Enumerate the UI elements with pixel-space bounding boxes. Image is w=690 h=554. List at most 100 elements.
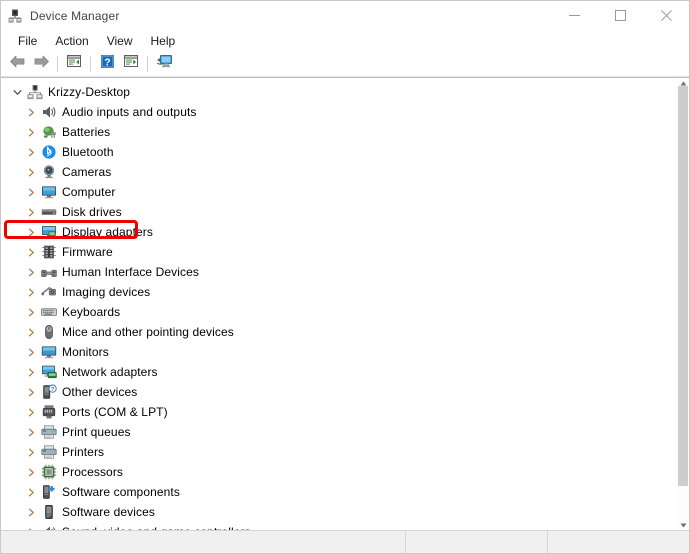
chevron-right-icon[interactable] — [23, 404, 39, 420]
minimize-button[interactable] — [551, 1, 597, 30]
tree-item-bluetooth[interactable]: Bluetooth — [1, 142, 676, 162]
tree-item-printers[interactable]: Printers — [1, 442, 676, 462]
tree-item-ports-com-lpt[interactable]: Ports (COM & LPT) — [1, 402, 676, 422]
tree-item-label: Firmware — [62, 245, 113, 259]
tree-item-software-devices[interactable]: Software devices — [1, 502, 676, 522]
chevron-right-icon[interactable] — [23, 204, 39, 220]
chevron-right-icon[interactable] — [23, 324, 39, 340]
back-button[interactable] — [5, 53, 29, 75]
other-device-icon: ? — [41, 384, 57, 400]
tree-item-sound-video-and-game-controllers[interactable]: Sound, video and game controllers — [1, 522, 676, 530]
tree-item-processors[interactable]: Processors — [1, 462, 676, 482]
chevron-right-icon[interactable] — [23, 344, 39, 360]
menu-view[interactable]: View — [98, 32, 142, 51]
close-button[interactable] — [643, 1, 689, 30]
printer-icon — [41, 424, 57, 440]
printer-icon — [41, 444, 57, 460]
chevron-right-icon[interactable] — [23, 464, 39, 480]
monitor-screen-icon — [41, 344, 57, 360]
scan-hardware-button[interactable] — [152, 53, 176, 75]
tree-item-software-components[interactable]: Software components — [1, 482, 676, 502]
tree-item-mice-and-other-pointing-devices[interactable]: Mice and other pointing devices — [1, 322, 676, 342]
toolbar-separator-1 — [57, 56, 58, 72]
tree-item-keyboards[interactable]: Keyboards — [1, 302, 676, 322]
mouse-icon — [41, 324, 57, 340]
tree-item-network-adapters[interactable]: Network adapters — [1, 362, 676, 382]
chevron-right-icon[interactable] — [23, 144, 39, 160]
chevron-right-icon[interactable] — [23, 504, 39, 520]
tree-item-monitors[interactable]: Monitors — [1, 342, 676, 362]
chevron-right-icon[interactable] — [23, 104, 39, 120]
tree-item-other-devices[interactable]: ? Other devices — [1, 382, 676, 402]
tree-root-label: Krizzy-Desktop — [48, 85, 131, 99]
menu-action[interactable]: Action — [46, 32, 97, 51]
help-button[interactable]: ? — [95, 53, 119, 75]
update-driver-button[interactable] — [119, 53, 143, 75]
chevron-right-icon[interactable] — [23, 284, 39, 300]
chevron-right-icon[interactable] — [23, 384, 39, 400]
maximize-button[interactable] — [597, 1, 643, 30]
tree-item-label: Mice and other pointing devices — [62, 325, 234, 339]
tree-item-human-interface-devices[interactable]: Human Interface Devices — [1, 262, 676, 282]
display-adapter-icon — [41, 224, 57, 240]
tree-item-label: Other devices — [62, 385, 138, 399]
tree-item-label: Disk drives — [62, 205, 122, 219]
network-adapter-icon — [41, 364, 57, 380]
chevron-right-icon[interactable] — [23, 224, 39, 240]
forward-arrow-icon — [33, 54, 50, 74]
tree-item-batteries[interactable]: Batteries — [1, 122, 676, 142]
chevron-down-icon[interactable] — [9, 84, 25, 100]
tree-item-imaging-devices[interactable]: Imaging devices — [1, 282, 676, 302]
tree-root-node[interactable]: Krizzy-Desktop — [1, 82, 676, 102]
tree-item-computer[interactable]: Computer — [1, 182, 676, 202]
chevron-right-icon[interactable] — [23, 244, 39, 260]
toolbar: ? — [1, 52, 689, 77]
chevron-right-icon[interactable] — [23, 444, 39, 460]
back-arrow-icon — [9, 54, 26, 74]
software-component-icon — [41, 484, 57, 500]
imaging-device-icon — [41, 284, 57, 300]
chevron-right-icon[interactable] — [23, 364, 39, 380]
tree-item-print-queues[interactable]: Print queues — [1, 422, 676, 442]
tree-item-label: Ports (COM & LPT) — [62, 405, 168, 419]
help-question-icon: ? — [100, 54, 115, 74]
camera-icon — [41, 164, 57, 180]
device-tree[interactable]: Krizzy-Desktop Audio inputs and outputs Ba… — [1, 78, 676, 530]
chevron-right-icon[interactable] — [23, 484, 39, 500]
toolbar-separator-3 — [147, 56, 148, 72]
tree-item-display-adapters[interactable]: Display adapters — [1, 220, 676, 242]
tree-item-disk-drives[interactable]: Disk drives — [1, 202, 676, 222]
scroll-down-arrow[interactable] — [677, 520, 689, 530]
tree-item-label: Keyboards — [62, 305, 121, 319]
properties-icon — [66, 54, 82, 74]
properties-button[interactable] — [62, 53, 86, 75]
vertical-scrollbar[interactable] — [676, 78, 689, 530]
tree-item-label: Imaging devices — [62, 285, 151, 299]
chevron-right-icon[interactable] — [23, 184, 39, 200]
menu-help[interactable]: Help — [142, 32, 185, 51]
toolbar-separator-2 — [90, 56, 91, 72]
tree-item-label: Sound, video and game controllers — [62, 525, 251, 530]
scrollbar-thumb[interactable] — [678, 86, 688, 486]
title-bar: Device Manager — [1, 1, 689, 30]
computer-root-icon — [27, 84, 43, 100]
status-bar — [1, 530, 689, 553]
tree-item-label: Software devices — [62, 505, 155, 519]
chevron-right-icon[interactable] — [23, 264, 39, 280]
chevron-right-icon[interactable] — [23, 304, 39, 320]
tree-item-firmware[interactable]: Firmware — [1, 242, 676, 262]
forward-button[interactable] — [29, 53, 53, 75]
chevron-right-icon[interactable] — [23, 164, 39, 180]
tree-item-audio-inputs-and-outputs[interactable]: Audio inputs and outputs — [1, 102, 676, 122]
processor-chip-icon — [41, 464, 57, 480]
battery-icon — [41, 124, 57, 140]
chevron-right-icon[interactable] — [23, 424, 39, 440]
keyboard-icon — [41, 304, 57, 320]
menu-file[interactable]: File — [9, 32, 46, 51]
window-title: Device Manager — [30, 8, 120, 23]
chevron-right-icon[interactable] — [23, 124, 39, 140]
chevron-right-icon[interactable] — [23, 524, 39, 530]
tree-item-label: Software components — [62, 485, 180, 499]
port-connector-icon — [41, 404, 57, 420]
tree-item-cameras[interactable]: Cameras — [1, 162, 676, 182]
